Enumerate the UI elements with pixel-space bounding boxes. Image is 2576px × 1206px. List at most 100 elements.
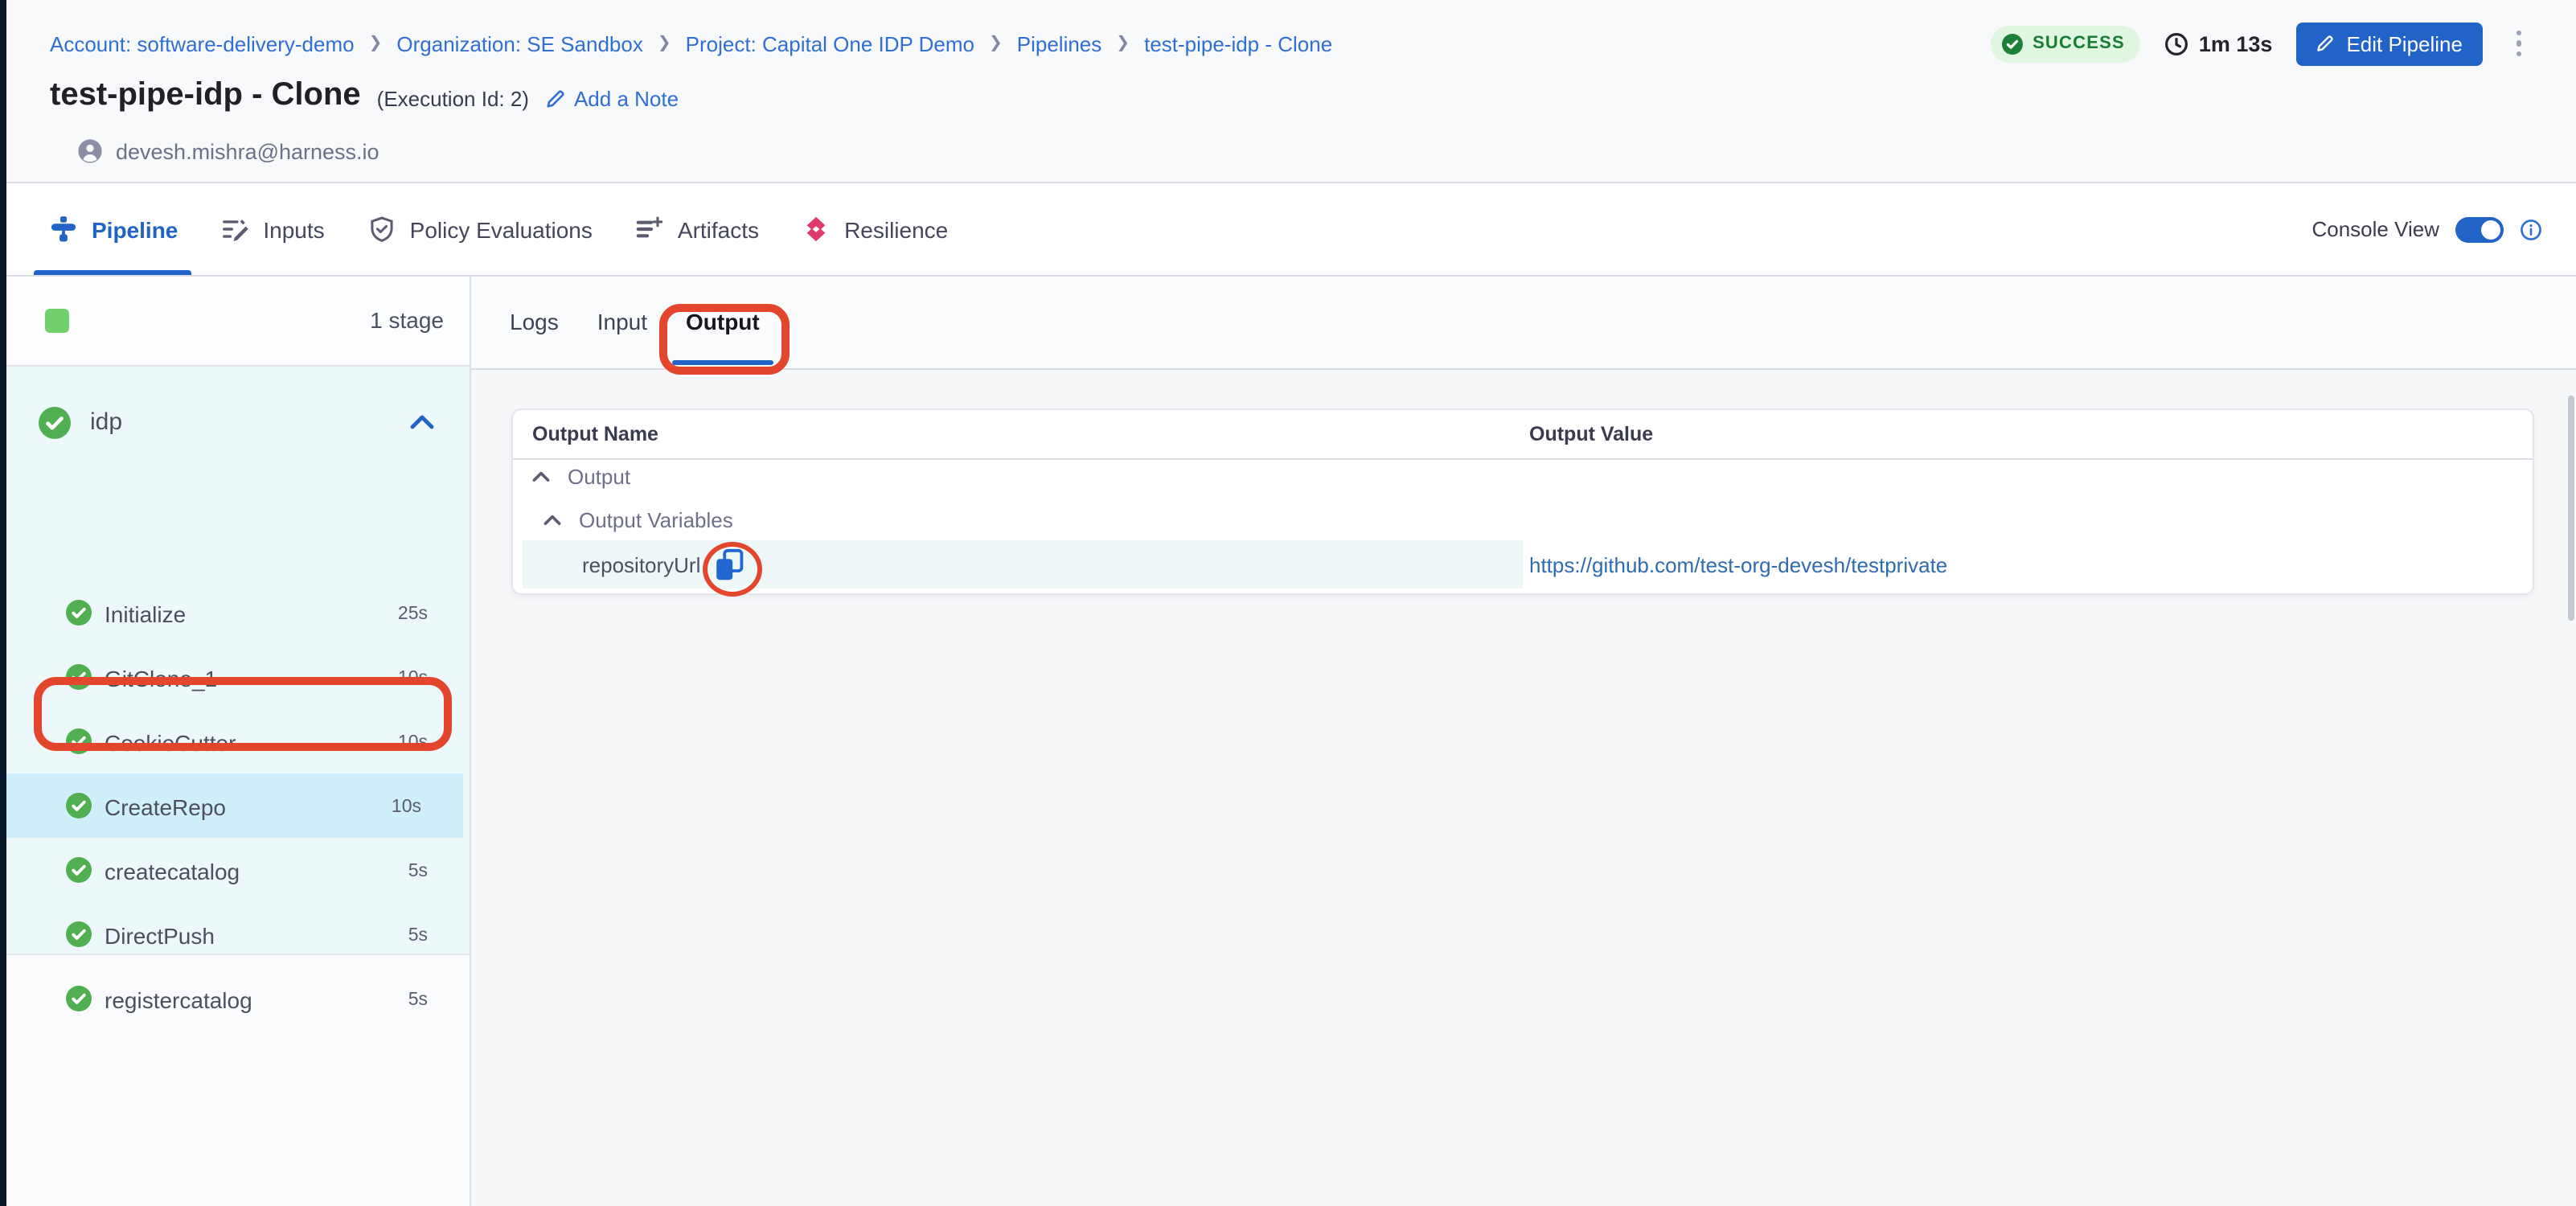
resilience-chaos-icon — [802, 215, 830, 243]
step-detail-tabs: Logs Input Output — [471, 277, 2576, 370]
copy-icon[interactable] — [714, 548, 744, 582]
column-header-output-name: Output Name — [532, 423, 658, 445]
pipeline-execution-page: Account: software-delivery-demo ❯ Organi… — [0, 0, 2576, 1206]
step-row-createrepo[interactable]: CreateRepo 10s — [6, 773, 463, 838]
stage-steps-panel: idp Initialize 25s GitClone_1 10s — [6, 367, 470, 955]
step-row-cookiecutter[interactable]: CookieCutter 10s — [6, 709, 470, 773]
column-header-output-value: Output Value — [1529, 423, 1653, 445]
output-variable-value: https://github.com/test-org-devesh/testp… — [1529, 553, 1947, 577]
success-check-icon — [66, 986, 92, 1011]
pencil-icon — [545, 88, 566, 109]
tab-logs[interactable]: Logs — [510, 277, 559, 368]
tab-label: Policy Evaluations — [410, 216, 593, 242]
edit-pipeline-label: Edit Pipeline — [2346, 31, 2463, 55]
step-row-gitclone-1[interactable]: GitClone_1 10s — [6, 645, 470, 709]
output-table-card: Output Name Output Value Output Output V… — [511, 408, 2534, 595]
tab-label: Pipeline — [92, 216, 178, 242]
tab-label: Inputs — [263, 216, 324, 242]
execution-header: Account: software-delivery-demo ❯ Organi… — [6, 0, 2576, 183]
success-check-icon — [2002, 33, 2023, 54]
stage-group-idp[interactable]: idp — [6, 391, 470, 455]
table-group-output[interactable]: Output — [568, 465, 630, 489]
edit-pipeline-button[interactable]: Edit Pipeline — [2296, 22, 2482, 65]
pipeline-icon — [50, 215, 77, 243]
chevron-up-icon[interactable] — [532, 471, 550, 482]
duration-label: 1m 13s — [2199, 31, 2273, 55]
active-tab-indicator — [34, 270, 191, 275]
tab-output[interactable]: Output — [686, 277, 760, 368]
stage-count-label: 1 stage — [370, 307, 444, 333]
execution-duration: 1m 13s — [2165, 31, 2273, 55]
pencil-icon — [2316, 34, 2335, 53]
chevron-right-icon: ❯ — [369, 35, 383, 52]
page-title: test-pipe-idp - Clone — [50, 77, 361, 114]
tab-resilience[interactable]: Resilience — [802, 183, 948, 275]
tab-inputs[interactable]: Inputs — [221, 183, 324, 275]
tab-label: Artifacts — [678, 216, 759, 242]
breadcrumb-account-link[interactable]: Account: software-delivery-demo — [50, 32, 355, 56]
header-actions: SUCCESS 1m 13s Edit Pipeline — [1991, 21, 2531, 66]
user-email: devesh.mishra@harness.io — [116, 139, 379, 163]
breadcrumb-project-link[interactable]: Project: Capital One IDP Demo — [686, 32, 974, 56]
active-tab-indicator — [671, 360, 774, 365]
vertical-scrollbar — [2568, 278, 2576, 1206]
success-check-icon — [66, 921, 92, 947]
chevron-right-icon: ❯ — [989, 35, 1003, 52]
user-avatar-icon — [77, 138, 103, 164]
execution-tabbar: Pipeline Inputs Policy Evaluations Art — [6, 183, 2576, 277]
breadcrumb-pipeline-link[interactable]: test-pipe-idp - Clone — [1144, 32, 1332, 56]
add-note-link[interactable]: Add a Note — [545, 81, 679, 110]
step-duration: 10s — [398, 669, 428, 688]
success-check-icon — [66, 600, 92, 626]
step-row-registercatalog[interactable]: registercatalog 5s — [6, 966, 470, 1031]
stage-group-name: idp — [90, 408, 122, 436]
tab-pipeline[interactable]: Pipeline — [50, 183, 178, 275]
execution-id: (Execution Id: 2) — [377, 81, 529, 110]
step-name: createcatalog — [105, 859, 240, 884]
success-check-icon — [66, 857, 92, 883]
stage-thumbnail[interactable] — [45, 309, 69, 333]
more-options-menu[interactable] — [2506, 24, 2531, 64]
breadcrumb-org-link[interactable]: Organization: SE Sandbox — [396, 32, 642, 56]
stage-summary-row: 1 stage — [6, 277, 470, 367]
tab-artifacts[interactable]: Artifacts — [636, 183, 759, 275]
status-badge: SUCCESS — [1991, 25, 2141, 62]
scrollbar-thumb[interactable] — [2568, 396, 2574, 621]
stage-sidebar: 1 stage idp Initialize 25s — [6, 277, 471, 1206]
status-badge-label: SUCCESS — [2032, 34, 2125, 53]
inputs-icon — [221, 215, 248, 243]
step-list: Initialize 25s GitClone_1 10s CookieCutt… — [6, 580, 470, 1031]
step-detail-panel: Logs Input Output Output Name Output Val… — [471, 277, 2576, 1206]
console-view-label: Console View — [2311, 217, 2439, 241]
step-row-createcatalog[interactable]: createcatalog 5s — [6, 838, 470, 902]
console-view-toggle[interactable] — [2455, 216, 2504, 242]
step-name: CreateRepo — [105, 794, 226, 820]
execution-tabs: Pipeline Inputs Policy Evaluations Art — [50, 183, 948, 275]
success-check-icon — [39, 407, 71, 439]
toggle-knob — [2481, 219, 2500, 239]
tab-policy-evaluations[interactable]: Policy Evaluations — [368, 183, 593, 275]
chevron-right-icon: ❯ — [658, 35, 671, 52]
chevron-right-icon: ❯ — [1116, 35, 1130, 52]
step-duration: 5s — [408, 991, 428, 1010]
success-check-icon — [66, 664, 92, 690]
step-name: Initialize — [105, 601, 186, 627]
chevron-up-icon[interactable] — [410, 415, 434, 429]
table-group-output-variables[interactable]: Output Variables — [579, 508, 733, 532]
console-view-control: Console View — [2311, 183, 2542, 275]
left-nav-rail — [0, 0, 6, 1206]
add-note-label: Add a Note — [574, 86, 679, 110]
step-duration: 25s — [398, 605, 428, 624]
step-name: DirectPush — [105, 923, 215, 949]
breadcrumb-pipelines-link[interactable]: Pipelines — [1017, 32, 1102, 56]
tab-label: Resilience — [844, 216, 948, 242]
step-row-directpush[interactable]: DirectPush 5s — [6, 902, 470, 966]
output-variable-name: repositoryUrl — [582, 553, 700, 577]
step-row-initialize[interactable]: Initialize 25s — [6, 580, 470, 645]
info-icon[interactable] — [2520, 218, 2542, 240]
tab-output-label: Output — [686, 309, 760, 334]
success-check-icon — [66, 728, 92, 754]
title-row: test-pipe-idp - Clone (Execution Id: 2) … — [50, 77, 679, 114]
tab-input[interactable]: Input — [597, 277, 647, 368]
chevron-up-icon[interactable] — [544, 515, 561, 526]
